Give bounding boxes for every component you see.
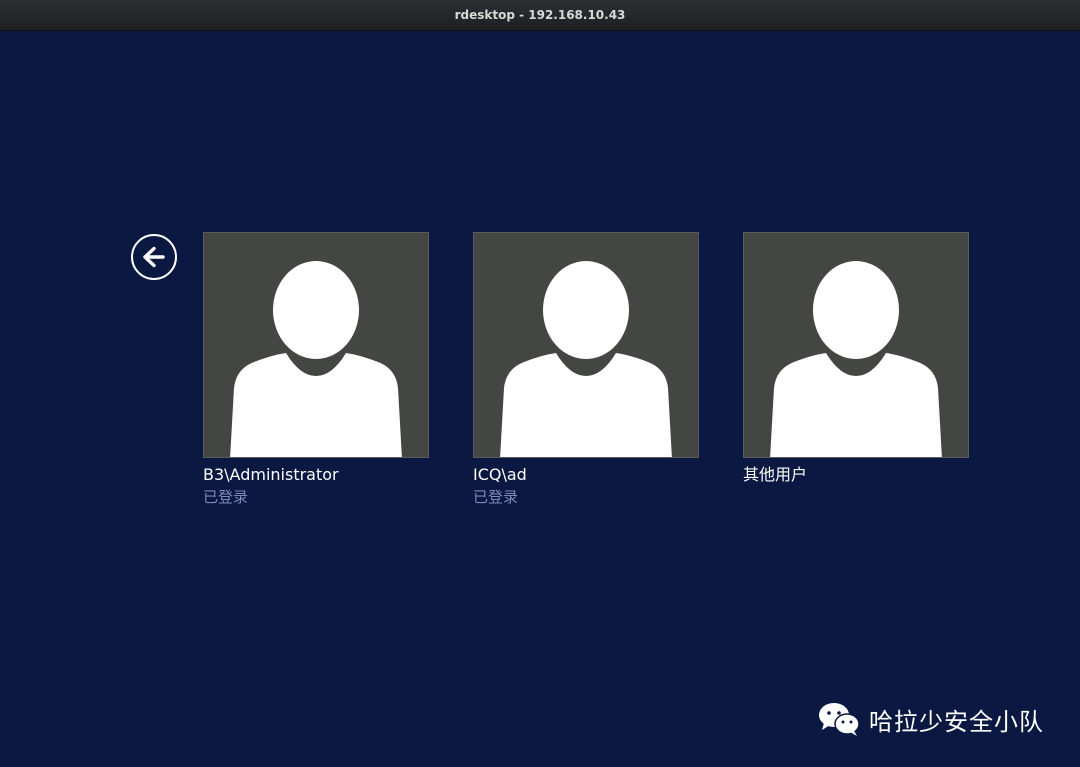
user-name: B3\Administrator [203, 465, 339, 484]
user-avatar [473, 232, 699, 458]
watermark-text: 哈拉少安全小队 [869, 707, 1044, 736]
user-name: 其他用户 [743, 465, 808, 484]
arrow-left-icon [143, 246, 165, 268]
user-status: 已登录 [203, 488, 249, 506]
user-silhouette-icon [770, 261, 942, 457]
window-titlebar[interactable]: rdesktop - 192.168.10.43 [0, 0, 1080, 31]
watermark: 哈拉少安全小队 [817, 701, 1044, 737]
user-tile-other[interactable]: 其他用户 [743, 232, 969, 486]
user-status: 已登录 [473, 488, 519, 506]
user-avatar [203, 232, 429, 458]
back-button[interactable] [131, 234, 177, 280]
rdesktop-window: rdesktop - 192.168.10.43 B3\Administrato… [0, 0, 1080, 767]
window-title: rdesktop - 192.168.10.43 [454, 8, 626, 22]
user-silhouette-icon [230, 261, 402, 457]
wechat-icon [819, 703, 860, 736]
user-name: ICQ\ad [473, 465, 527, 484]
user-avatar [743, 232, 969, 458]
user-silhouette-icon [500, 261, 672, 457]
user-tile-ad[interactable]: ICQ\ad 已登录 [473, 232, 699, 508]
user-tile-administrator[interactable]: B3\Administrator 已登录 [203, 232, 429, 508]
